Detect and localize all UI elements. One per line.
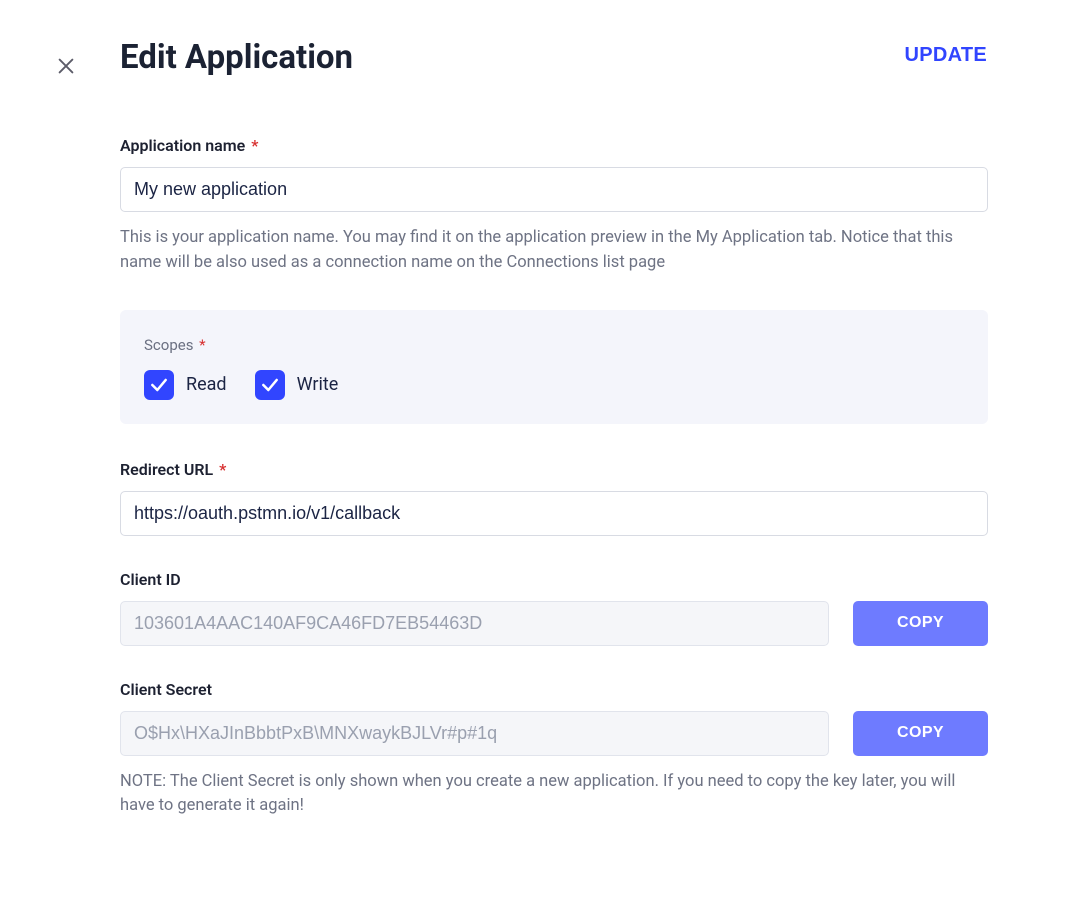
scopes-row: Read Write [144, 370, 964, 400]
label-redirect-url: Redirect URL * [120, 460, 988, 479]
checkbox-box [144, 370, 174, 400]
label-text: Application name [120, 136, 245, 155]
application-name-input[interactable] [120, 167, 988, 212]
close-button[interactable] [48, 48, 84, 84]
label-application-name: Application name * [120, 136, 988, 155]
close-icon [55, 55, 77, 77]
required-marker: * [247, 136, 258, 155]
copy-client-id-button[interactable]: COPY [853, 601, 988, 646]
field-application-name: Application name * This is your applicat… [120, 136, 988, 276]
client-secret-note: NOTE: The Client Secret is only shown wh… [120, 770, 988, 820]
checkmark-icon [260, 375, 280, 395]
scope-read-checkbox[interactable]: Read [144, 370, 227, 400]
label-client-id: Client ID [120, 570, 988, 589]
checkbox-box [255, 370, 285, 400]
field-redirect-url: Redirect URL * [120, 460, 988, 536]
field-client-id: Client ID COPY [120, 570, 988, 646]
form-content: Application name * This is your applicat… [120, 136, 988, 819]
scopes-panel: Scopes * Read [120, 310, 988, 424]
label-text: Redirect URL [120, 460, 213, 479]
required-marker: * [215, 460, 226, 479]
client-id-output[interactable] [120, 601, 829, 646]
client-secret-row: COPY [120, 711, 988, 756]
redirect-url-input[interactable] [120, 491, 988, 536]
scope-read-label: Read [186, 374, 227, 395]
update-button[interactable]: UPDATE [904, 44, 987, 67]
scope-write-label: Write [297, 374, 339, 395]
checkmark-icon [149, 375, 169, 395]
application-name-helper: This is your application name. You may f… [120, 226, 988, 276]
label-client-secret: Client Secret [120, 680, 988, 699]
field-client-secret: Client Secret COPY NOTE: The Client Secr… [120, 680, 988, 820]
required-marker: * [195, 336, 205, 354]
client-id-row: COPY [120, 601, 988, 646]
copy-client-secret-button[interactable]: COPY [853, 711, 988, 756]
label-text: Scopes [144, 336, 193, 354]
page-title: Edit Application [120, 38, 353, 77]
scope-write-checkbox[interactable]: Write [255, 370, 339, 400]
client-secret-output[interactable] [120, 711, 829, 756]
edit-application-dialog: Edit Application UPDATE Application name… [0, 0, 1077, 916]
label-scopes: Scopes * [144, 336, 964, 354]
